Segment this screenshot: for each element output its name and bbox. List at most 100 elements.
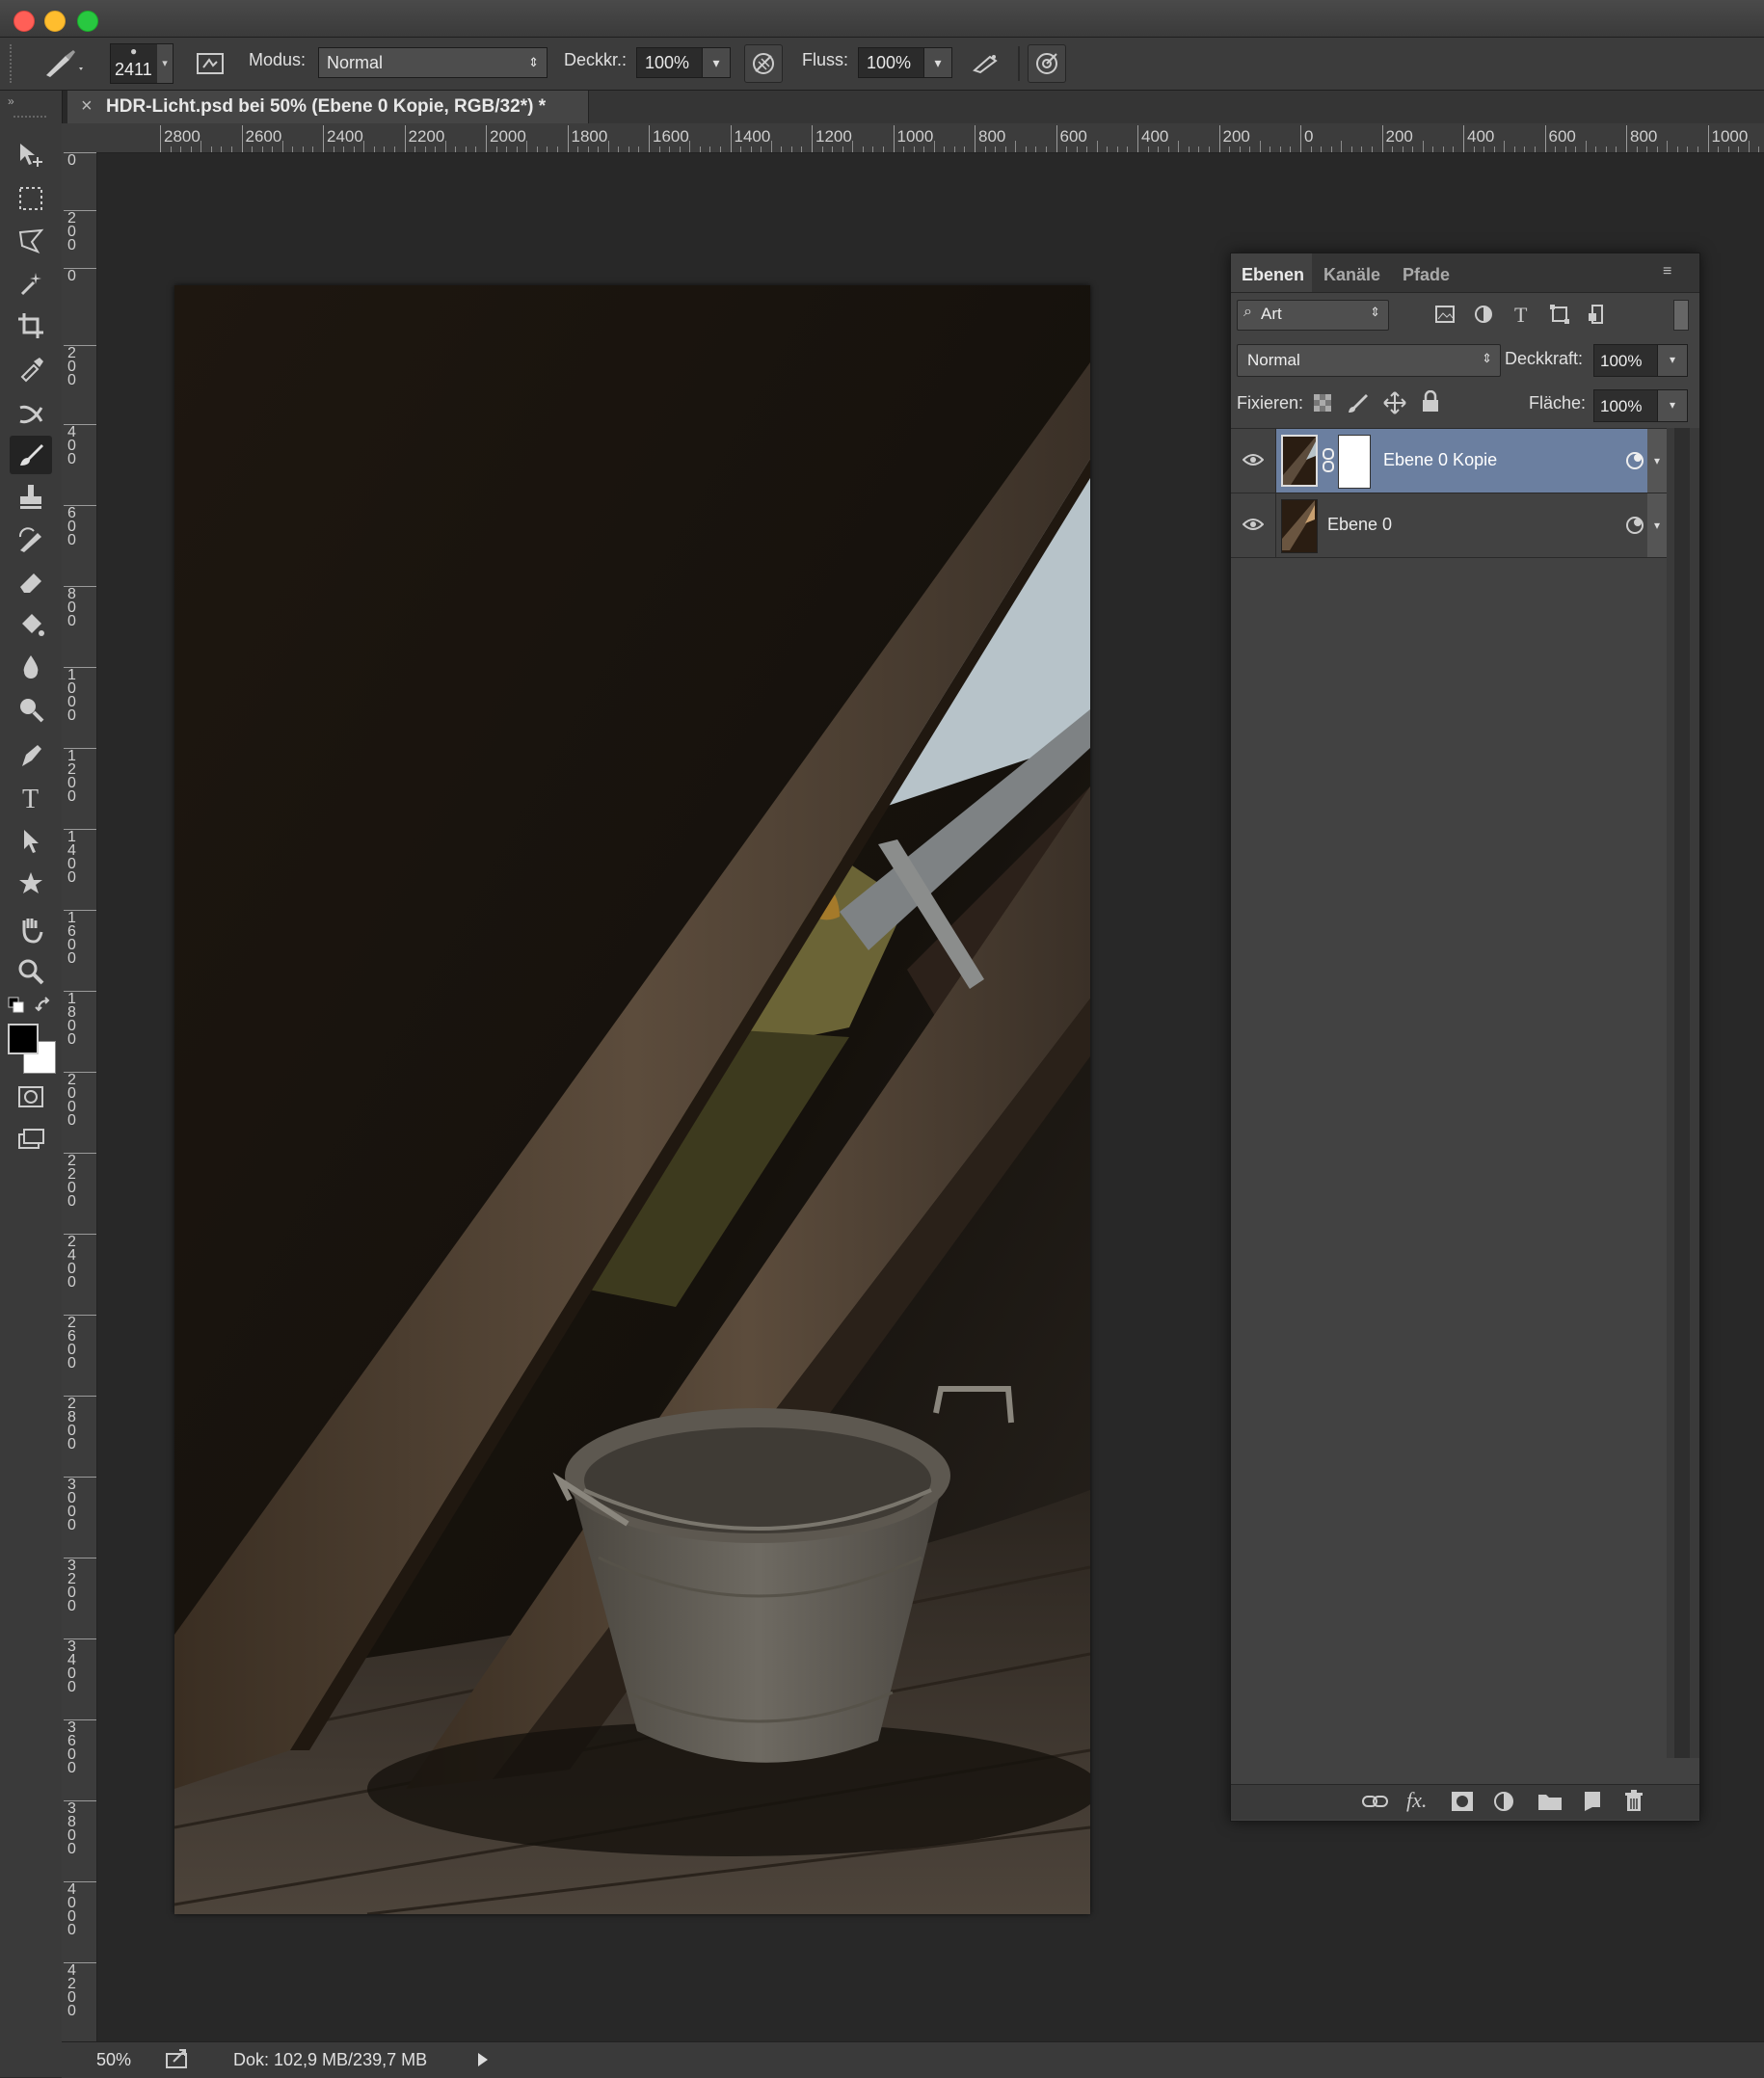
layer-opacity-input[interactable]: 100% bbox=[1593, 344, 1659, 377]
swap-colors-icon[interactable] bbox=[35, 997, 54, 1021]
flaeche-label: Fläche: bbox=[1529, 393, 1587, 413]
share-export-icon[interactable] bbox=[166, 2048, 189, 2074]
layer-filter-select[interactable]: ⌕ Art ⇕ bbox=[1237, 300, 1389, 331]
eraser-tool-icon[interactable] bbox=[10, 563, 52, 601]
healing-brush-tool-icon[interactable] bbox=[10, 395, 52, 434]
tab-pfade[interactable]: Pfade bbox=[1403, 265, 1450, 285]
brush-tool-icon[interactable] bbox=[10, 436, 52, 474]
new-layer-icon[interactable] bbox=[1581, 1791, 1602, 1817]
move-tool-icon[interactable] bbox=[10, 135, 52, 173]
ruler-minor-tick bbox=[750, 147, 752, 152]
blend-mode-select[interactable]: Normal ⇕ bbox=[1237, 344, 1501, 377]
magic-wand-tool-icon[interactable] bbox=[10, 264, 52, 303]
zoom-window-button[interactable] bbox=[77, 11, 98, 32]
lasso-tool-icon[interactable] bbox=[10, 222, 52, 260]
layer-mask-thumbnail[interactable] bbox=[1338, 435, 1371, 489]
deckkr-dropdown-button[interactable]: ▾ bbox=[702, 47, 731, 78]
horizontal-ruler[interactable]: 2800 2600 2400 2200 2000 1800 1600 1400 1200 1000… bbox=[67, 123, 1764, 153]
foreground-color-swatch[interactable] bbox=[8, 1024, 39, 1054]
fluss-input[interactable]: 100% bbox=[858, 47, 925, 78]
minimize-window-button[interactable] bbox=[44, 11, 66, 32]
chevron-down-icon[interactable]: ▾ bbox=[157, 44, 173, 83]
layers-scrollbar-track[interactable] bbox=[1667, 428, 1699, 1758]
collapse-toolbar-icon[interactable]: » bbox=[8, 94, 14, 108]
screen-mode-icon[interactable] bbox=[10, 1120, 52, 1159]
link-chain-icon[interactable] bbox=[1322, 448, 1335, 478]
add-mask-icon[interactable] bbox=[1451, 1791, 1474, 1817]
layer-row-ebene-0-kopie[interactable]: Ebene 0 Kopie ▾ bbox=[1231, 429, 1667, 493]
expand-layer-effects-button[interactable]: ▾ bbox=[1647, 493, 1667, 557]
status-menu-arrow-icon[interactable] bbox=[476, 2052, 490, 2072]
marquee-tool-icon[interactable] bbox=[10, 179, 52, 218]
layer-name[interactable]: Ebene 0 bbox=[1327, 515, 1392, 535]
deckkr-input[interactable]: 100% bbox=[636, 47, 704, 78]
ruler-minor-tick bbox=[180, 147, 182, 152]
custom-shape-tool-icon[interactable] bbox=[10, 864, 52, 902]
lock-position-icon[interactable] bbox=[1383, 391, 1406, 419]
eyedropper-tool-icon[interactable] bbox=[10, 349, 52, 387]
link-layers-icon[interactable] bbox=[1362, 1791, 1389, 1817]
panel-menu-icon[interactable]: ≡ bbox=[1663, 263, 1671, 280]
pressure-opacity-icon[interactable] bbox=[744, 44, 783, 83]
ruler-tick bbox=[1463, 125, 1464, 152]
layers-scrollbar[interactable] bbox=[1674, 428, 1690, 1758]
pressure-size-icon[interactable] bbox=[1028, 44, 1066, 83]
airbrush-icon[interactable] bbox=[966, 44, 1004, 83]
pen-tool-icon[interactable] bbox=[10, 736, 52, 775]
lock-all-icon[interactable] bbox=[1420, 389, 1441, 418]
fill-opacity-dropdown-button[interactable]: ▾ bbox=[1657, 389, 1688, 422]
crop-tool-icon[interactable] bbox=[10, 306, 52, 345]
zoom-tool-icon[interactable] bbox=[10, 952, 52, 991]
brush-panel-toggle-icon[interactable] bbox=[191, 44, 229, 83]
new-adjustment-layer-icon[interactable] bbox=[1493, 1791, 1518, 1817]
new-group-folder-icon[interactable] bbox=[1537, 1792, 1563, 1816]
zoom-level[interactable]: 50% bbox=[96, 2050, 131, 2070]
filter-adjustment-layer-icon[interactable] bbox=[1473, 304, 1494, 330]
tab-kanaele[interactable]: Kanäle bbox=[1323, 265, 1380, 285]
brush-tool-preset-icon[interactable] bbox=[33, 44, 91, 83]
vertical-ruler[interactable]: 0 200 0 200 400 600 800 1000 1200 1400 1600 1800 200… bbox=[62, 152, 97, 2041]
trash-icon[interactable] bbox=[1623, 1790, 1644, 1818]
filter-type-layer-icon[interactable]: T bbox=[1510, 303, 1532, 330]
document-tab[interactable]: × HDR-Licht.psd bei 50% (Ebene 0 Kopie, … bbox=[67, 91, 589, 123]
fluss-dropdown-button[interactable]: ▾ bbox=[923, 47, 952, 78]
tab-ebenen[interactable]: Ebenen bbox=[1242, 265, 1304, 285]
filter-smart-object-icon[interactable] bbox=[1587, 304, 1608, 330]
filter-pixel-layer-icon[interactable] bbox=[1434, 304, 1456, 330]
ruler-tick bbox=[1544, 125, 1546, 152]
fill-opacity-input[interactable]: 100% bbox=[1593, 389, 1659, 422]
ruler-label: 1600 bbox=[67, 910, 76, 967]
dodge-tool-icon[interactable] bbox=[10, 690, 52, 729]
hand-tool-icon[interactable] bbox=[10, 910, 52, 948]
paint-bucket-tool-icon[interactable] bbox=[10, 605, 52, 644]
modus-select[interactable]: Normal ⇕ bbox=[318, 47, 548, 78]
layer-opacity-dropdown-button[interactable]: ▾ bbox=[1657, 344, 1688, 377]
smart-filter-visibility-icon[interactable] bbox=[1624, 450, 1645, 476]
close-tab-icon[interactable]: × bbox=[81, 95, 93, 118]
brush-size-picker[interactable]: ● 2411 ▾ bbox=[110, 43, 174, 84]
layer-name[interactable]: Ebene 0 Kopie bbox=[1383, 450, 1497, 470]
expand-layer-effects-button[interactable]: ▾ bbox=[1647, 429, 1667, 493]
default-colors-icon[interactable] bbox=[8, 997, 25, 1019]
layer-thumbnail[interactable] bbox=[1281, 435, 1318, 487]
history-brush-tool-icon[interactable] bbox=[10, 520, 52, 559]
lock-pixels-icon[interactable] bbox=[1347, 391, 1370, 419]
ruler-minor-tick bbox=[801, 147, 803, 152]
blur-tool-icon[interactable] bbox=[10, 648, 52, 686]
ruler-tick bbox=[567, 125, 569, 152]
filter-shape-layer-icon[interactable] bbox=[1549, 304, 1570, 330]
visibility-cell[interactable] bbox=[1231, 493, 1276, 557]
path-selection-tool-icon[interactable] bbox=[10, 821, 52, 860]
fx-layer-style-icon[interactable]: fx. bbox=[1406, 1788, 1427, 1813]
smart-filter-visibility-icon[interactable] bbox=[1624, 515, 1645, 541]
layer-thumbnail[interactable] bbox=[1281, 499, 1318, 553]
quick-mask-icon[interactable] bbox=[10, 1078, 52, 1116]
type-tool-icon[interactable]: T bbox=[10, 779, 52, 817]
layer-row-ebene-0[interactable]: Ebene 0 ▾ bbox=[1231, 493, 1667, 558]
filter-toggle-switch[interactable] bbox=[1673, 300, 1689, 331]
close-window-button[interactable] bbox=[13, 11, 35, 32]
clone-stamp-tool-icon[interactable] bbox=[10, 478, 52, 517]
lock-transparency-icon[interactable] bbox=[1313, 393, 1332, 417]
visibility-cell[interactable] bbox=[1231, 429, 1276, 493]
document-image[interactable] bbox=[174, 285, 1090, 1914]
